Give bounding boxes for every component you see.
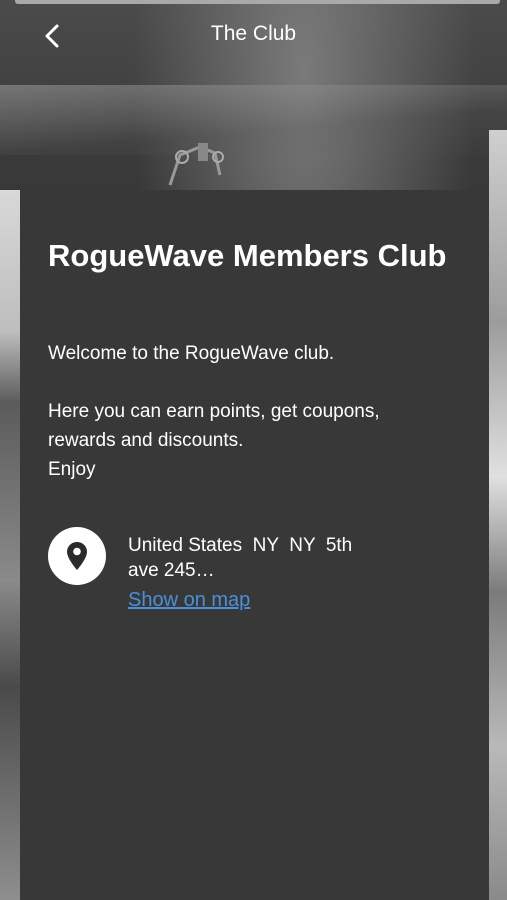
location-pin-badge	[48, 527, 106, 585]
background-left-edge	[0, 190, 20, 900]
top-bar: The Club	[0, 0, 507, 70]
background-ceiling-beam	[0, 85, 507, 155]
description-earn-points: Here you can earn points, get coupons,	[48, 401, 380, 422]
map-pin-icon	[67, 542, 87, 570]
club-name-heading: RogueWave Members Club	[48, 238, 447, 273]
location-address: United States NY NY 5th ave 245…	[128, 533, 428, 583]
description-welcome: Welcome to the RogueWave club.	[48, 343, 335, 364]
description-rewards: rewards and discounts.	[48, 430, 244, 451]
address-line-2: ave 245…	[128, 560, 215, 581]
description-enjoy: Enjoy	[48, 459, 96, 480]
show-on-map-link[interactable]: Show on map	[128, 589, 250, 612]
page-title: The Club	[210, 22, 297, 45]
background-right-edge	[489, 130, 507, 900]
address-line-1: United States NY NY 5th	[128, 535, 353, 556]
background-fixture	[168, 143, 224, 186]
